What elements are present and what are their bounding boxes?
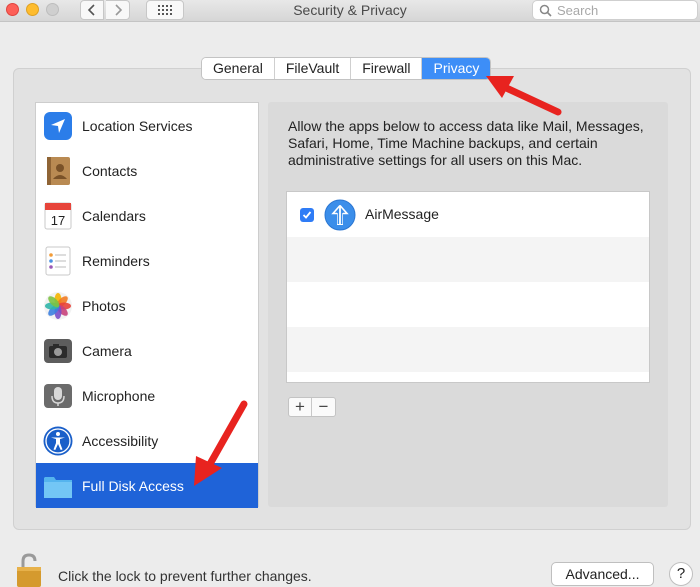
tab-filevault[interactable]: FileVault <box>274 58 352 79</box>
calendar-icon: 17 <box>42 200 74 232</box>
sidebar-item-label: Reminders <box>82 252 150 269</box>
lock-icon[interactable] <box>14 553 44 587</box>
location-icon <box>42 110 74 142</box>
app-list[interactable]: AirMessage <box>286 191 650 383</box>
advanced-button[interactable]: Advanced... <box>551 562 654 586</box>
sidebar-item-full-disk-access[interactable]: Full Disk Access <box>36 463 258 508</box>
sidebar-item-camera[interactable]: Camera <box>36 328 258 373</box>
empty-row <box>287 237 649 282</box>
contacts-icon <box>42 155 74 187</box>
sidebar-item-location-services[interactable]: Location Services <box>36 103 258 148</box>
sidebar-item-calendars[interactable]: 17 Calendars <box>36 193 258 238</box>
reminders-icon <box>42 245 74 277</box>
sidebar-item-microphone[interactable]: Microphone <box>36 373 258 418</box>
search-input[interactable] <box>557 2 687 18</box>
remove-app-button[interactable]: − <box>312 398 335 416</box>
app-row-airmessage[interactable]: AirMessage <box>287 192 649 237</box>
svg-text:17: 17 <box>51 213 65 228</box>
sidebar-item-label: Accessibility <box>82 432 159 449</box>
search-icon <box>539 4 552 17</box>
sidebar-item-label: Full Disk Access <box>82 477 184 494</box>
airmessage-icon <box>324 199 356 231</box>
sidebar-item-label: Photos <box>82 297 126 314</box>
folder-icon <box>42 470 74 502</box>
add-remove-control: + − <box>288 397 336 417</box>
search-field[interactable] <box>532 0 698 20</box>
sidebar-item-label: Location Services <box>82 117 193 134</box>
empty-row <box>287 327 649 372</box>
sidebar-item-label: Microphone <box>82 387 156 404</box>
sidebar-item-label: Calendars <box>82 207 146 224</box>
microphone-icon <box>42 380 74 412</box>
camera-icon <box>42 335 74 367</box>
sidebar-item-photos[interactable]: Photos <box>36 283 258 328</box>
add-app-button[interactable]: + <box>289 398 312 416</box>
tab-general[interactable]: General <box>202 58 275 79</box>
accessibility-icon <box>42 425 74 457</box>
help-button[interactable]: ? <box>669 562 693 586</box>
sidebar-item-label: Contacts <box>82 162 138 179</box>
empty-row <box>287 282 649 327</box>
photos-icon <box>42 290 74 322</box>
checkmark-icon <box>302 211 312 219</box>
lock-status-text: Click the lock to prevent further change… <box>58 568 312 584</box>
tab-firewall[interactable]: Firewall <box>351 58 423 79</box>
sidebar-item-accessibility[interactable]: Accessibility <box>36 418 258 463</box>
sidebar-item-label: Camera <box>82 342 132 359</box>
title-bar: Security & Privacy <box>0 0 700 22</box>
app-name: AirMessage <box>365 206 439 222</box>
access-description: Allow the apps below to access data like… <box>288 118 644 168</box>
sidebar-item-reminders[interactable]: Reminders <box>36 238 258 283</box>
privacy-category-list[interactable]: Location Services Contacts 17 Calendars … <box>35 102 259 508</box>
sidebar-item-contacts[interactable]: Contacts <box>36 148 258 193</box>
app-checkbox[interactable] <box>300 208 314 222</box>
tab-privacy[interactable]: Privacy <box>422 58 491 79</box>
tab-bar: General FileVault Firewall Privacy <box>201 57 492 80</box>
